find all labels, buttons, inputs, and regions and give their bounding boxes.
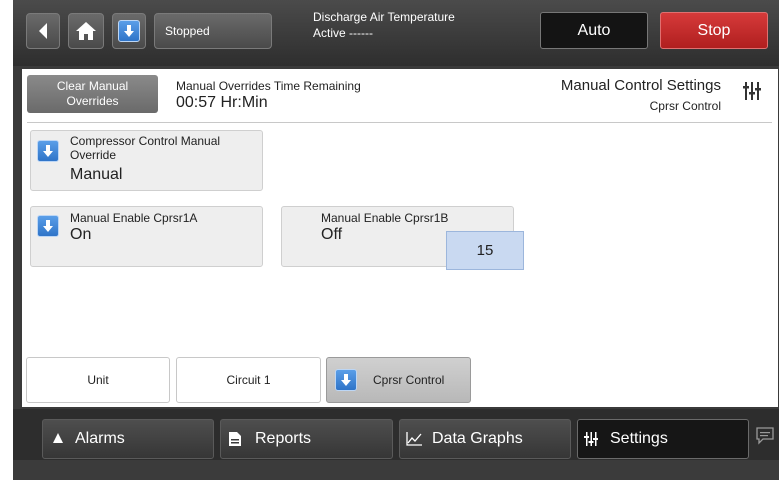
report-icon bbox=[229, 432, 241, 446]
auto-button[interactable]: Auto bbox=[540, 12, 648, 49]
stop-button[interactable]: Stop bbox=[660, 12, 768, 49]
number-badge: 15 bbox=[446, 231, 524, 270]
clear-label-line1: Clear Manual bbox=[56, 79, 129, 93]
compressor-override-label-line1: Compressor Control Manual bbox=[70, 134, 221, 148]
compressor-override-label-line2: Override bbox=[70, 148, 117, 162]
bottom-strip bbox=[13, 460, 779, 480]
page-subtitle: Cprsr Control bbox=[649, 99, 721, 113]
overrides-time-value: 00:57 Hr:Min bbox=[176, 94, 268, 111]
sliders-icon[interactable] bbox=[743, 81, 761, 101]
nav-reports-label: Reports bbox=[255, 430, 312, 447]
line-chart-icon bbox=[406, 432, 422, 446]
down-arrow-icon[interactable] bbox=[37, 140, 59, 162]
down-arrow-icon[interactable] bbox=[37, 215, 59, 237]
overrides-time-label: Manual Overrides Time Remaining bbox=[176, 79, 361, 93]
cprsr1b-label: Manual Enable Cprsr1B bbox=[321, 211, 449, 225]
clear-manual-overrides-button[interactable]: Clear Manual Overrides bbox=[27, 75, 158, 113]
nav-alarms[interactable]: Alarms bbox=[42, 419, 214, 459]
nav-reports[interactable]: Reports bbox=[220, 419, 393, 459]
home-icon bbox=[76, 22, 96, 40]
status-button[interactable]: Stopped bbox=[154, 13, 272, 49]
sliders-icon bbox=[584, 432, 598, 446]
divider bbox=[27, 122, 772, 123]
nav-settings-label: Settings bbox=[610, 430, 668, 447]
chat-icon bbox=[756, 427, 774, 445]
nav-alarms-label: Alarms bbox=[75, 430, 125, 447]
alarm-title: Discharge Air Temperature bbox=[313, 10, 455, 24]
cprsr1a-label: Manual Enable Cprsr1A bbox=[70, 211, 198, 225]
home-button[interactable] bbox=[68, 13, 104, 49]
unit-status: Stopped bbox=[165, 24, 210, 38]
cprsr1b-value: Off bbox=[321, 226, 343, 243]
bell-icon bbox=[53, 433, 63, 443]
down-arrow-icon bbox=[335, 369, 357, 391]
cprsr1a-value: On bbox=[70, 226, 92, 243]
chat-button[interactable] bbox=[756, 427, 774, 450]
tab-cprsr-control-label: Cprsr Control bbox=[373, 373, 445, 387]
top-bar: Stopped Discharge Air Temperature Active… bbox=[13, 0, 779, 66]
compressor-override-value: Manual bbox=[70, 166, 123, 183]
nav-settings[interactable]: Settings bbox=[577, 419, 749, 459]
page-title: Manual Control Settings bbox=[560, 77, 721, 94]
tab-circuit-1[interactable]: Circuit 1 bbox=[176, 357, 321, 403]
tab-cprsr-control[interactable]: Cprsr Control bbox=[326, 357, 471, 403]
menu-down-button[interactable] bbox=[112, 13, 146, 49]
cprsr1a-enable-card[interactable]: Manual Enable Cprsr1A On bbox=[30, 206, 263, 267]
main-panel: Clear Manual Overrides Manual Overrides … bbox=[22, 69, 778, 407]
tab-unit[interactable]: Unit bbox=[26, 357, 170, 403]
down-arrow-icon bbox=[118, 20, 140, 42]
alarm-state: Active ------ bbox=[313, 26, 373, 40]
back-button[interactable] bbox=[26, 13, 60, 49]
back-arrow-icon bbox=[39, 23, 47, 39]
clear-label-line2: Overrides bbox=[66, 94, 119, 108]
nav-data-graphs-label: Data Graphs bbox=[432, 430, 523, 447]
compressor-override-card[interactable]: Compressor Control Manual Override Manua… bbox=[30, 130, 263, 191]
nav-data-graphs[interactable]: Data Graphs bbox=[399, 419, 571, 459]
